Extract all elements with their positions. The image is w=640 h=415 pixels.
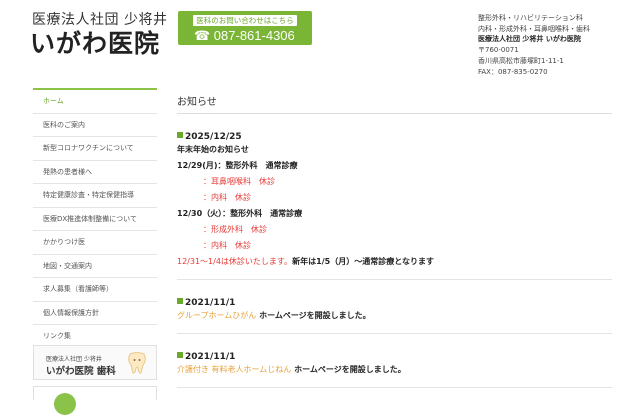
sidebar-item-home[interactable]: ホーム bbox=[33, 88, 157, 114]
info-line: 医療法人社団 少将井 いがわ医院 bbox=[478, 35, 581, 44]
sidebar-item-health-checkup[interactable]: 特定健康診査・特定保健指導 bbox=[33, 184, 157, 208]
news-date: 2025/12/25 bbox=[177, 132, 612, 142]
contact-box[interactable]: 医科のお問い合わせはこちら ☎ 087-861-4306 bbox=[178, 11, 312, 45]
info-line: 内科・形成外科・耳鼻咽喉科・歯科 bbox=[478, 24, 590, 33]
nursing-home-link[interactable]: 介護付き 有料老人ホームじねん bbox=[177, 365, 291, 374]
schedule-item: ：内科 休診 bbox=[203, 193, 251, 202]
sidebar-item-privacy[interactable]: 個人情報保護方針 bbox=[33, 302, 157, 325]
news-body: グループホームひがん ホームページを開設しました。 bbox=[177, 308, 612, 324]
info-line: 香川県高松市藤塚町1-11-1 bbox=[478, 56, 564, 65]
tooth-icon bbox=[128, 352, 146, 374]
contact-label[interactable]: 医科のお問い合わせはこちら bbox=[193, 15, 297, 26]
news-date-text: 2021/11/1 bbox=[185, 352, 236, 362]
schedule-item: ：内科 休診 bbox=[203, 241, 251, 250]
group-home-link[interactable]: グループホームひがん bbox=[177, 311, 256, 320]
banner-subtitle: 医療法人社団 少将井 bbox=[46, 356, 102, 363]
closing-red: 12/31～1/4は休診いたします。 bbox=[177, 257, 293, 266]
sidebar-item-recruit[interactable]: 求人募集（看護師等） bbox=[33, 278, 157, 302]
phone-number[interactable]: ☎ 087-861-4306 bbox=[194, 28, 295, 44]
sidebar-item-fever[interactable]: 発熱の患者様へ bbox=[33, 161, 157, 184]
sidebar-item-medical-dx[interactable]: 医療DX推進体制整備について bbox=[33, 208, 157, 231]
info-line: FAX：087-835-0270 bbox=[478, 67, 548, 76]
dental-banner[interactable]: 医療法人社団 少将井 いがわ医院 歯科 bbox=[33, 345, 157, 380]
sidebar-item-access[interactable]: 地図・交通案内 bbox=[33, 255, 157, 278]
sidebar-nav: ホーム 医科のご案内 新型コロナワクチンについて 発熱の患者様へ 特定健康診査・… bbox=[33, 88, 157, 349]
logo-title[interactable]: いがわ医院 bbox=[30, 24, 160, 60]
news-body-text: ホームページを開設しました。 bbox=[291, 365, 406, 374]
news-body: 介護付き 有料老人ホームじねん ホームページを開設しました。 bbox=[177, 362, 612, 378]
sidebar-item-covid-vaccine[interactable]: 新型コロナワクチンについて bbox=[33, 137, 157, 161]
news-date-text: 2025/12/25 bbox=[185, 132, 242, 142]
schedule-day: 12/29(月)：整形外科 通常診療 bbox=[177, 161, 298, 170]
bullet-icon bbox=[177, 298, 183, 304]
divider bbox=[177, 333, 612, 334]
clinic-info: 整形外科・リハビリテーション科 内科・形成外科・耳鼻咽喉科・歯科 医療法人社団 … bbox=[478, 13, 590, 77]
bullet-icon bbox=[177, 352, 183, 358]
circle-icon bbox=[54, 393, 76, 415]
divider bbox=[177, 387, 612, 388]
closing-note: 12/31～1/4は休診いたします。新年は1/5（月）～通常診療となります bbox=[177, 254, 612, 270]
info-line: 整形外科・リハビリテーション科 bbox=[478, 14, 583, 22]
news-heading: お知らせ bbox=[177, 93, 612, 114]
news-date: 2021/11/1 bbox=[177, 352, 612, 362]
bullet-icon bbox=[177, 132, 183, 138]
schedule-item: ：形成外科 休診 bbox=[203, 225, 267, 234]
news-body-text: ホームページを開設しました。 bbox=[256, 311, 371, 320]
news-date-text: 2021/11/1 bbox=[185, 298, 236, 308]
news-section: お知らせ 2025/12/25 年末年始のお知らせ 12/29(月)：整形外科 … bbox=[177, 93, 612, 388]
news-date: 2021/11/1 bbox=[177, 298, 612, 308]
schedule-day: 12/30（火）：整形外科 通常診療 bbox=[177, 209, 303, 218]
bottom-banner[interactable] bbox=[33, 386, 157, 415]
divider bbox=[177, 279, 612, 280]
sidebar-item-medical-guide[interactable]: 医科のご案内 bbox=[33, 114, 157, 137]
news-subject: 年末年始のお知らせ bbox=[177, 145, 249, 154]
sidebar-item-family-doctor[interactable]: かかりつけ医 bbox=[33, 231, 157, 255]
closing-black: 新年は1/5（月）～通常診療となります bbox=[292, 257, 434, 266]
schedule-item: ：耳鼻咽喉科 休診 bbox=[203, 177, 275, 186]
banner-title: いがわ医院 歯科 bbox=[46, 366, 116, 377]
info-line: 〒760-0071 bbox=[478, 46, 519, 55]
